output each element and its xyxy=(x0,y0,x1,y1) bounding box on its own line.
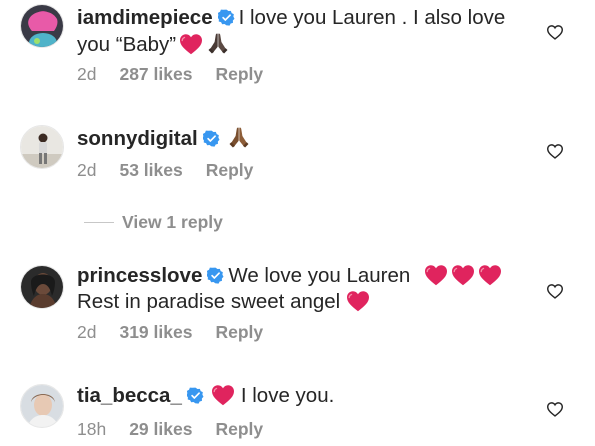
likes-count[interactable]: 29 likes xyxy=(129,419,192,439)
likes-count[interactable]: 53 likes xyxy=(119,160,182,180)
praying-hands-emoji-icon xyxy=(206,31,230,55)
like-heart-icon[interactable] xyxy=(546,24,564,40)
comment-body-line1: We love you Lauren xyxy=(228,264,411,287)
comment-age: 18h xyxy=(77,419,107,439)
avatar[interactable] xyxy=(20,384,64,428)
reply-button[interactable]: Reply xyxy=(215,64,263,84)
username[interactable]: iamdimepiece xyxy=(77,6,213,29)
username[interactable]: princesslove xyxy=(77,264,202,287)
comment-text: sonnydigital xyxy=(77,125,517,152)
avatar[interactable] xyxy=(20,4,64,48)
heart-emoji-icon xyxy=(478,264,502,286)
comment-text: princesslove We love you Lauren Rest in p… xyxy=(77,263,517,315)
heart-emoji-icon xyxy=(211,384,235,406)
verified-badge-icon xyxy=(187,387,204,404)
likes-count[interactable]: 287 likes xyxy=(119,64,192,84)
comment-age: 2d xyxy=(77,322,97,342)
avatar[interactable] xyxy=(20,265,64,309)
username[interactable]: sonnydigital xyxy=(77,127,198,150)
divider xyxy=(84,221,114,223)
reply-button[interactable]: Reply xyxy=(206,160,254,180)
reply-button[interactable]: Reply xyxy=(215,322,263,342)
heart-emoji-icon xyxy=(451,264,475,286)
verified-badge-icon xyxy=(203,130,220,147)
view-replies-label: View 1 reply xyxy=(122,211,223,232)
verified-badge-icon xyxy=(218,9,235,26)
comment-meta: 18h 29 likes Reply xyxy=(77,419,286,440)
comment-age: 2d xyxy=(77,160,97,180)
praying-hands-emoji-icon xyxy=(227,125,251,149)
heart-emoji-icon xyxy=(179,33,203,55)
comment-meta: 2d 287 likes Reply xyxy=(77,64,286,85)
avatar[interactable] xyxy=(20,125,64,169)
like-heart-icon[interactable] xyxy=(546,143,564,159)
heart-emoji-icon xyxy=(346,290,370,312)
comment-body: I love you. xyxy=(240,384,335,407)
heart-emoji-icon xyxy=(424,264,448,286)
like-heart-icon[interactable] xyxy=(546,283,564,299)
comment-meta: 2d 53 likes Reply xyxy=(77,160,276,181)
comment-text: tia_becca_ I love you. xyxy=(77,383,517,409)
like-heart-icon[interactable] xyxy=(546,401,564,417)
username[interactable]: tia_becca_ xyxy=(77,384,182,407)
view-replies-button[interactable]: View 1 reply xyxy=(84,210,223,234)
reply-button[interactable]: Reply xyxy=(215,419,263,439)
likes-count[interactable]: 319 likes xyxy=(119,322,192,342)
verified-badge-icon xyxy=(207,267,224,284)
comment-body-line2: Rest in paradise sweet angel xyxy=(77,290,341,313)
comment-age: 2d xyxy=(77,64,97,84)
comment-text: iamdimepiece I love you Lauren . I also l… xyxy=(77,5,517,58)
comment-meta: 2d 319 likes Reply xyxy=(77,322,286,343)
